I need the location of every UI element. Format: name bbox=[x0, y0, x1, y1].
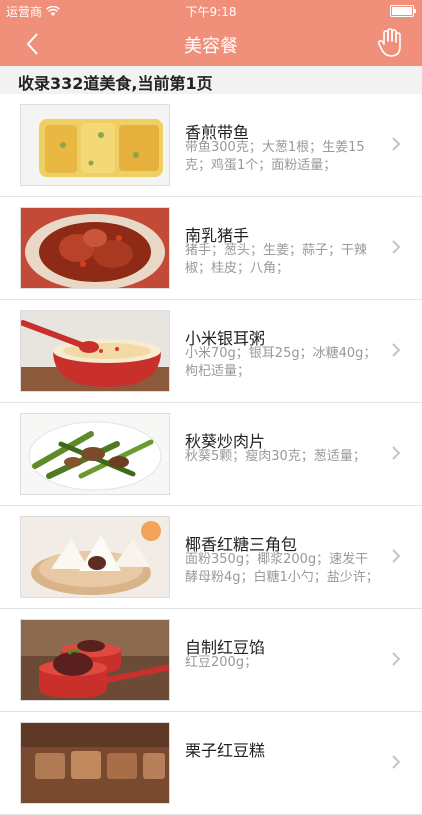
recipe-photo bbox=[20, 619, 170, 701]
result-summary-bar: 收录332道美食,当前第1页 bbox=[0, 66, 422, 94]
recipe-photo bbox=[20, 104, 170, 186]
recipe-photo bbox=[20, 310, 170, 392]
recipe-ingredients: 面粉350g；椰浆200g；速发干酵母粉4g；白糖1小勺；盐少许； bbox=[185, 552, 379, 585]
recipe-ingredients: 带鱼300克；大葱1根；生姜15克；鸡蛋1个；面粉适量； bbox=[185, 140, 365, 173]
status-bar: 运营商 下午9:18 bbox=[0, 0, 422, 22]
recipe-row[interactable]: 香煎带鱼 带鱼300克；大葱1根；生姜15克；鸡蛋1个；面粉适量； bbox=[0, 94, 422, 197]
recipe-ingredients: 小米70g；银耳25g；冰糖40g；枸杞适量； bbox=[185, 346, 377, 379]
recipe-list: 香煎带鱼 带鱼300克；大葱1根；生姜15克；鸡蛋1个；面粉适量； 南乳猪手 猪… bbox=[0, 94, 422, 815]
recipe-row[interactable]: 栗子红豆糕 bbox=[0, 712, 422, 815]
result-summary: 收录332道美食,当前第1页 bbox=[18, 74, 213, 93]
status-time: 下午9:18 bbox=[185, 5, 237, 19]
chevron-right-icon bbox=[392, 549, 401, 563]
recipe-photo bbox=[20, 207, 170, 289]
recipe-ingredients: 红豆200g； bbox=[185, 655, 258, 670]
recipe-row[interactable]: 椰香红糖三角包 面粉350g；椰浆200g；速发干酵母粉4g；白糖1小勺；盐少许… bbox=[0, 506, 422, 609]
chevron-right-icon bbox=[392, 446, 401, 460]
recipe-photo bbox=[20, 516, 170, 598]
chevron-right-icon bbox=[392, 755, 401, 769]
recipe-row[interactable]: 自制红豆馅 红豆200g； bbox=[0, 609, 422, 712]
battery-icon bbox=[390, 5, 416, 17]
recipe-row[interactable]: 小米银耳粥 小米70g；银耳25g；冰糖40g；枸杞适量； bbox=[0, 300, 422, 403]
page-title: 美容餐 bbox=[184, 36, 238, 57]
chevron-right-icon bbox=[392, 240, 401, 254]
recipe-row[interactable]: 南乳猪手 猪手；葱头；生姜；蒜子；干辣椒；桂皮；八角； bbox=[0, 197, 422, 300]
recipe-name: 栗子红豆糕 bbox=[185, 741, 266, 760]
recipe-row[interactable]: 秋葵炒肉片 秋葵5颗；瘦肉30克；葱适量； bbox=[0, 403, 422, 506]
chevron-right-icon bbox=[392, 652, 401, 666]
navigation-bar: 美容餐 bbox=[0, 22, 422, 66]
hand-gesture-icon[interactable] bbox=[376, 28, 404, 58]
recipe-photo bbox=[20, 722, 170, 804]
recipe-ingredients: 秋葵5颗；瘦肉30克；葱适量； bbox=[185, 449, 366, 464]
recipe-photo bbox=[20, 413, 170, 495]
chevron-right-icon bbox=[392, 137, 401, 151]
recipe-ingredients: 猪手；葱头；生姜；蒜子；干辣椒；桂皮；八角； bbox=[185, 243, 368, 276]
chevron-right-icon bbox=[392, 343, 401, 357]
